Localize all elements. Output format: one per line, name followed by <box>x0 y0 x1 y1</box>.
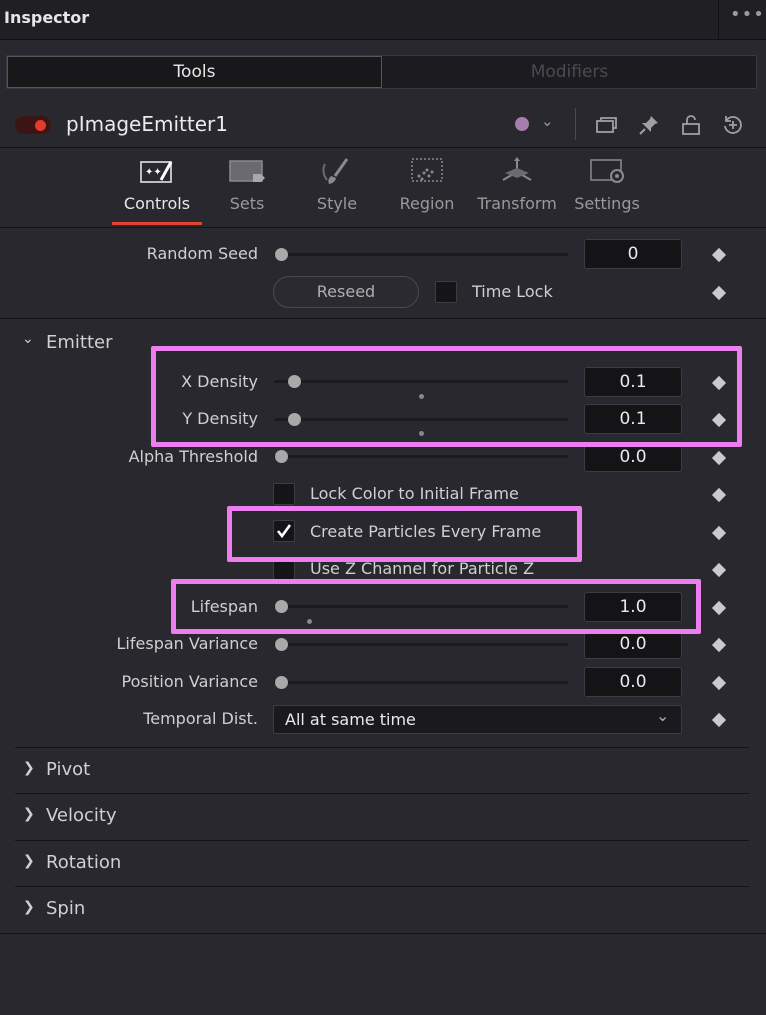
tool-name: pImageEmitter1 <box>66 112 228 136</box>
lifespan-variance-label: Lifespan Variance <box>116 634 258 653</box>
tab-settings-label: Settings <box>574 194 640 213</box>
tab-style-label: Style <box>316 194 358 213</box>
more-options-icon[interactable]: ••• <box>730 4 765 25</box>
svg-text:✦✦: ✦✦ <box>145 167 162 178</box>
panel-title: Inspector <box>4 8 90 27</box>
alpha-threshold-keyframe-icon[interactable] <box>711 450 727 466</box>
position-variance-value[interactable]: 0.0 <box>584 667 682 697</box>
random-seed-value[interactable]: 0 <box>584 239 682 269</box>
versions-icon[interactable] <box>594 113 618 137</box>
active-tab-indicator <box>112 222 202 225</box>
position-variance-label: Position Variance <box>121 672 259 691</box>
lifespan-variance-slider[interactable] <box>274 643 568 646</box>
highlight-create-particles-box <box>227 506 582 562</box>
section-pivot[interactable]: ❯ Pivot <box>15 747 749 793</box>
chevron-right-icon: ❯ <box>23 806 35 822</box>
tab-region[interactable]: Region <box>382 156 472 213</box>
tool-enable-toggle[interactable] <box>15 116 51 134</box>
chevron-right-icon: ❯ <box>23 760 35 776</box>
header-divider <box>575 108 576 140</box>
tab-controls[interactable]: ✦✦ Controls <box>112 156 202 213</box>
sets-icon <box>229 160 265 182</box>
lock-icon[interactable] <box>679 113 703 137</box>
gear-icon <box>590 159 624 183</box>
alpha-threshold-slider-knob[interactable] <box>275 450 288 463</box>
tab-controls-label: Controls <box>123 194 191 213</box>
lock-color-checkbox[interactable] <box>273 483 295 505</box>
divider <box>0 318 766 319</box>
tab-modifiers[interactable]: Modifiers <box>383 56 756 88</box>
tab-transform-label: Transform <box>477 194 557 213</box>
time-lock-checkbox[interactable] <box>435 281 457 303</box>
lifespan-variance-keyframe-icon[interactable] <box>711 637 727 653</box>
lifespan-keyframe-icon[interactable] <box>711 600 727 616</box>
random-seed-keyframe-icon[interactable] <box>711 247 727 263</box>
alpha-threshold-slider[interactable] <box>274 455 568 458</box>
pin-icon[interactable] <box>637 113 661 137</box>
section-pivot-label: Pivot <box>46 759 91 780</box>
region-icon <box>411 158 443 182</box>
highlight-density-box <box>151 346 742 447</box>
section-velocity[interactable]: ❯ Velocity <box>15 793 749 839</box>
lock-color-keyframe-icon[interactable] <box>711 487 727 503</box>
tab-transform[interactable]: Transform <box>472 156 562 213</box>
tab-style[interactable]: Style <box>292 156 382 213</box>
temporal-dist-value: All at same time <box>285 710 416 729</box>
chevron-down-icon[interactable]: ⌄ <box>22 331 34 347</box>
tab-sets-label: Sets <box>229 194 265 213</box>
section-spin-label: Spin <box>46 898 86 919</box>
inspector-titlebar: Inspector ••• <box>0 0 766 40</box>
section-velocity-label: Velocity <box>46 805 117 826</box>
alpha-threshold-label: Alpha Threshold <box>128 447 258 466</box>
emitter-section-label[interactable]: Emitter <box>46 332 113 353</box>
reseed-button[interactable]: Reseed <box>273 276 419 308</box>
use-z-channel-keyframe-icon[interactable] <box>711 562 727 578</box>
reset-icon[interactable] <box>721 113 745 137</box>
tool-color-swatch[interactable] <box>515 117 529 131</box>
position-variance-slider[interactable] <box>274 681 568 684</box>
tab-tools[interactable]: Tools <box>7 56 382 88</box>
titlebar-divider <box>718 0 719 40</box>
temporal-dist-dropdown[interactable]: All at same time ⌄ <box>273 705 682 734</box>
brush-icon <box>322 158 349 184</box>
section-spin[interactable]: ❯ Spin <box>15 886 749 932</box>
chevron-down-icon[interactable]: ⌄ <box>541 112 554 130</box>
time-lock-keyframe-icon[interactable] <box>711 285 727 301</box>
chevron-down-icon: ⌄ <box>656 706 670 725</box>
transform-icon <box>502 157 532 181</box>
position-variance-slider-knob[interactable] <box>275 676 288 689</box>
highlight-lifespan-box <box>171 579 701 634</box>
create-particles-keyframe-icon[interactable] <box>711 525 727 541</box>
random-seed-slider[interactable] <box>274 253 568 256</box>
tab-settings[interactable]: Settings <box>562 156 652 213</box>
time-lock-label: Time Lock <box>472 282 553 301</box>
random-seed-slider-knob[interactable] <box>275 248 288 261</box>
position-variance-keyframe-icon[interactable] <box>711 675 727 691</box>
lifespan-variance-slider-knob[interactable] <box>275 638 288 651</box>
tab-region-label: Region <box>399 194 455 213</box>
random-seed-label: Random Seed <box>146 244 258 263</box>
temporal-dist-label: Temporal Dist. <box>143 709 258 728</box>
lock-color-label: Lock Color to Initial Frame <box>310 484 519 503</box>
divider <box>0 933 766 934</box>
temporal-dist-keyframe-icon[interactable] <box>711 712 727 728</box>
chevron-right-icon: ❯ <box>23 899 35 915</box>
section-rotation-label: Rotation <box>46 852 122 873</box>
section-rotation[interactable]: ❯ Rotation <box>15 840 749 886</box>
controls-icon: ✦✦ <box>140 161 173 183</box>
chevron-right-icon: ❯ <box>23 853 35 869</box>
tab-sets[interactable]: Sets <box>202 156 292 213</box>
